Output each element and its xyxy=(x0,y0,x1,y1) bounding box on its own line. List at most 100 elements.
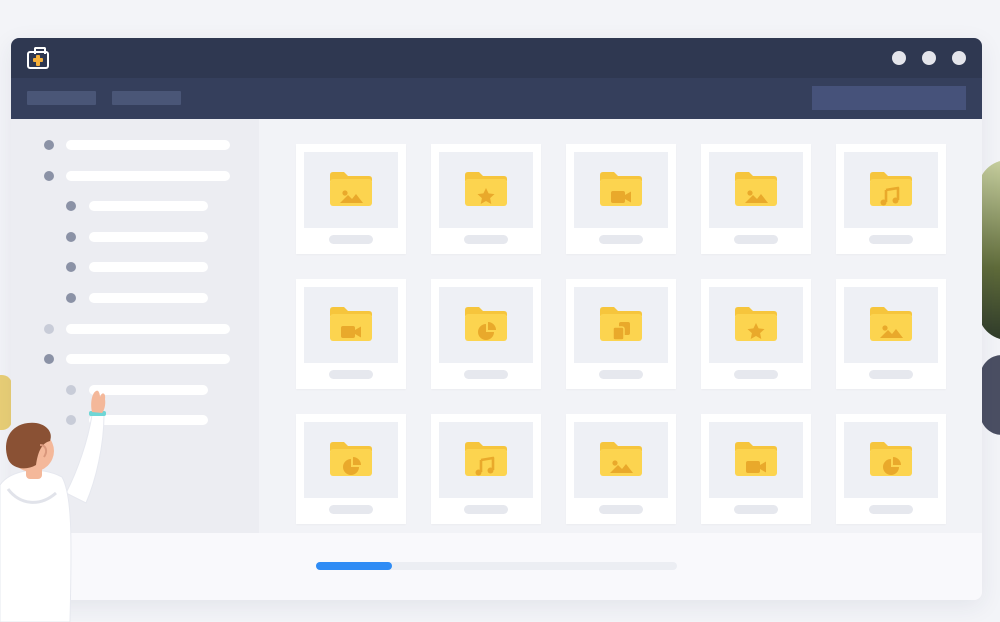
sidebar-tree-item[interactable] xyxy=(11,232,259,242)
file-card[interactable] xyxy=(836,144,946,254)
file-name-placeholder xyxy=(734,235,778,244)
folder-star-icon xyxy=(735,307,777,341)
status-footer xyxy=(11,533,982,600)
file-card[interactable] xyxy=(566,414,676,524)
close-button[interactable] xyxy=(952,51,966,65)
folder-thumbnail xyxy=(709,152,803,228)
folder-thumbnail xyxy=(304,152,398,228)
file-name-placeholder xyxy=(869,370,913,379)
file-name-placeholder xyxy=(734,505,778,514)
folder-image-icon xyxy=(330,172,372,206)
file-name-placeholder xyxy=(464,370,508,379)
tree-item-label-placeholder xyxy=(89,201,208,211)
tree-item-label-placeholder xyxy=(89,262,208,272)
folder-thumbnail xyxy=(574,287,668,363)
folder-image-icon xyxy=(870,307,912,341)
folder-pie-chart-icon xyxy=(330,442,372,476)
folder-thumbnail xyxy=(709,287,803,363)
file-name-placeholder xyxy=(599,370,643,379)
progress-bar xyxy=(316,562,677,570)
window-controls xyxy=(892,51,966,65)
medical-kit-icon xyxy=(27,47,49,69)
title-bar xyxy=(11,38,982,78)
tree-bullet-icon xyxy=(44,354,54,364)
folder-image-icon xyxy=(735,172,777,206)
tree-bullet-icon xyxy=(44,324,54,334)
folder-music-icon xyxy=(465,442,507,476)
folder-video-icon xyxy=(735,442,777,476)
tree-bullet-icon xyxy=(66,232,76,242)
tree-item-label-placeholder xyxy=(89,293,208,303)
folder-star-icon xyxy=(465,172,507,206)
file-card[interactable] xyxy=(296,144,406,254)
file-card[interactable] xyxy=(431,414,541,524)
sidebar-tree-item[interactable] xyxy=(11,324,259,334)
folder-pie-chart-icon xyxy=(465,307,507,341)
folder-thumbnail xyxy=(574,422,668,498)
folder-thumbnail xyxy=(439,287,533,363)
folder-video-icon xyxy=(600,172,642,206)
file-card[interactable] xyxy=(566,279,676,389)
tree-bullet-icon xyxy=(66,201,76,211)
tree-item-label-placeholder xyxy=(66,140,230,150)
folder-thumbnail xyxy=(304,422,398,498)
tree-item-label-placeholder xyxy=(66,324,230,334)
folder-thumbnail xyxy=(844,422,938,498)
sidebar-tree-item[interactable] xyxy=(11,354,259,364)
folder-pie-chart-icon xyxy=(870,442,912,476)
folder-copy-icon xyxy=(600,307,642,341)
file-name-placeholder xyxy=(464,505,508,514)
maximize-button[interactable] xyxy=(922,51,936,65)
file-card[interactable] xyxy=(836,414,946,524)
toolbar xyxy=(11,78,982,119)
file-card[interactable] xyxy=(836,279,946,389)
sidebar-tree-item[interactable] xyxy=(11,293,259,303)
file-name-placeholder xyxy=(869,505,913,514)
folder-thumbnail xyxy=(844,287,938,363)
file-name-placeholder xyxy=(464,235,508,244)
minimize-button[interactable] xyxy=(892,51,906,65)
folder-video-icon xyxy=(330,307,372,341)
folder-thumbnail xyxy=(844,152,938,228)
file-name-placeholder xyxy=(329,235,373,244)
folder-image-icon xyxy=(600,442,642,476)
search-input[interactable] xyxy=(812,86,966,110)
app-window xyxy=(11,38,982,600)
person-waving-illustration xyxy=(0,390,106,622)
folder-thumbnail xyxy=(304,287,398,363)
file-card[interactable] xyxy=(566,144,676,254)
folder-music-icon xyxy=(870,172,912,206)
file-name-placeholder xyxy=(329,505,373,514)
file-name-placeholder xyxy=(599,235,643,244)
folder-thumbnail xyxy=(439,152,533,228)
sidebar-tree-item[interactable] xyxy=(11,140,259,150)
sidebar-tree-item[interactable] xyxy=(11,171,259,181)
file-name-placeholder xyxy=(599,505,643,514)
tree-item-label-placeholder xyxy=(66,354,230,364)
tree-item-label-placeholder xyxy=(66,171,230,181)
toolbar-button[interactable] xyxy=(27,91,96,105)
tree-item-label-placeholder xyxy=(89,232,208,242)
tree-bullet-icon xyxy=(44,140,54,150)
file-card[interactable] xyxy=(701,279,811,389)
file-name-placeholder xyxy=(329,370,373,379)
file-card[interactable] xyxy=(431,279,541,389)
background-shape-decoration xyxy=(980,355,1000,435)
file-name-placeholder xyxy=(869,235,913,244)
file-card[interactable] xyxy=(701,144,811,254)
file-name-placeholder xyxy=(734,370,778,379)
progress-bar-fill xyxy=(316,562,392,570)
file-grid xyxy=(259,119,982,533)
sidebar-tree-item[interactable] xyxy=(11,262,259,272)
file-card[interactable] xyxy=(296,279,406,389)
tree-bullet-icon xyxy=(66,262,76,272)
sidebar-tree-item[interactable] xyxy=(11,201,259,211)
folder-thumbnail xyxy=(439,422,533,498)
file-card[interactable] xyxy=(701,414,811,524)
folder-thumbnail xyxy=(574,152,668,228)
folder-thumbnail xyxy=(709,422,803,498)
toolbar-button[interactable] xyxy=(112,91,181,105)
file-card[interactable] xyxy=(296,414,406,524)
file-card[interactable] xyxy=(431,144,541,254)
tree-bullet-icon xyxy=(44,171,54,181)
